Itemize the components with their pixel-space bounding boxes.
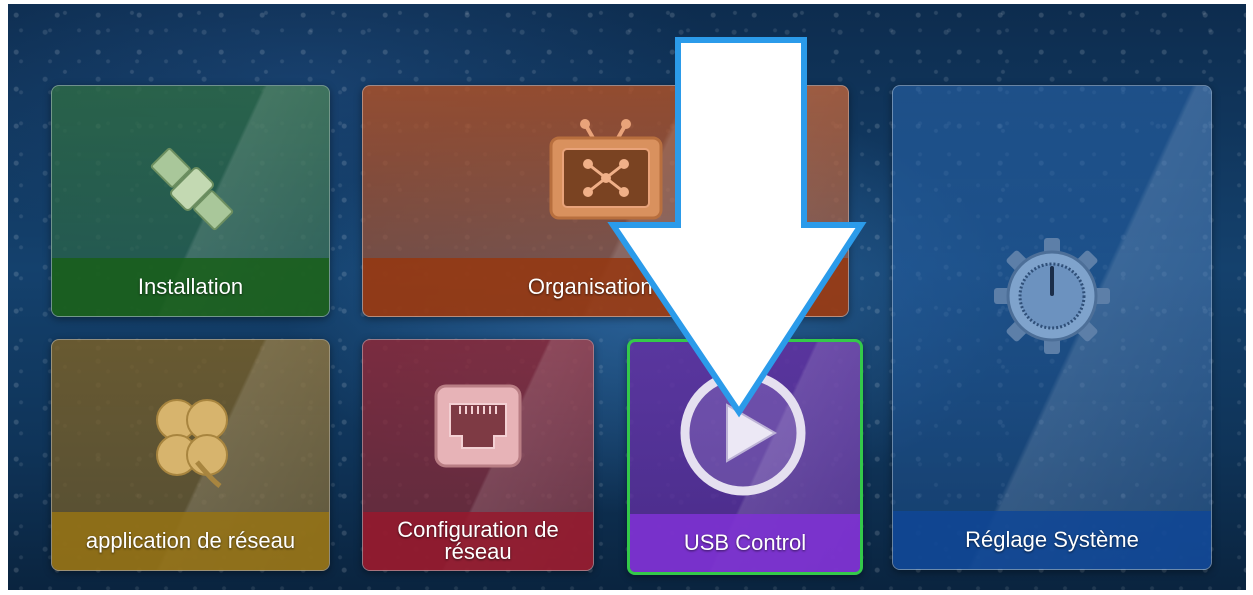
- ethernet-port-icon: [434, 384, 522, 468]
- tile-label: USB Control: [630, 514, 860, 572]
- tile-usb-control[interactable]: USB Control: [627, 339, 863, 575]
- gear-power-icon: [994, 238, 1110, 354]
- tile-organisation[interactable]: Organisation du: [362, 85, 849, 317]
- tile-installation[interactable]: Installation: [51, 85, 330, 317]
- tile-label: application de réseau: [52, 512, 329, 570]
- tile-reglage-systeme[interactable]: Réglage Système: [892, 85, 1212, 570]
- tile-label: Configuration de réseau: [363, 512, 593, 570]
- tile-label: Installation: [52, 258, 329, 316]
- tile-configuration-reseau[interactable]: Configuration de réseau: [362, 339, 594, 571]
- tv-icon: [549, 119, 663, 220]
- play-circle-icon: [680, 370, 806, 496]
- clover-icon: [156, 399, 228, 488]
- tile-label: Réglage Système: [893, 511, 1211, 569]
- tile-label: Organisation du: [363, 258, 848, 316]
- tile-application-reseau[interactable]: application de réseau: [51, 339, 330, 571]
- satellite-icon: [150, 147, 234, 231]
- main-menu-screen: Installation Organisation du Réglage Sys…: [8, 4, 1246, 590]
